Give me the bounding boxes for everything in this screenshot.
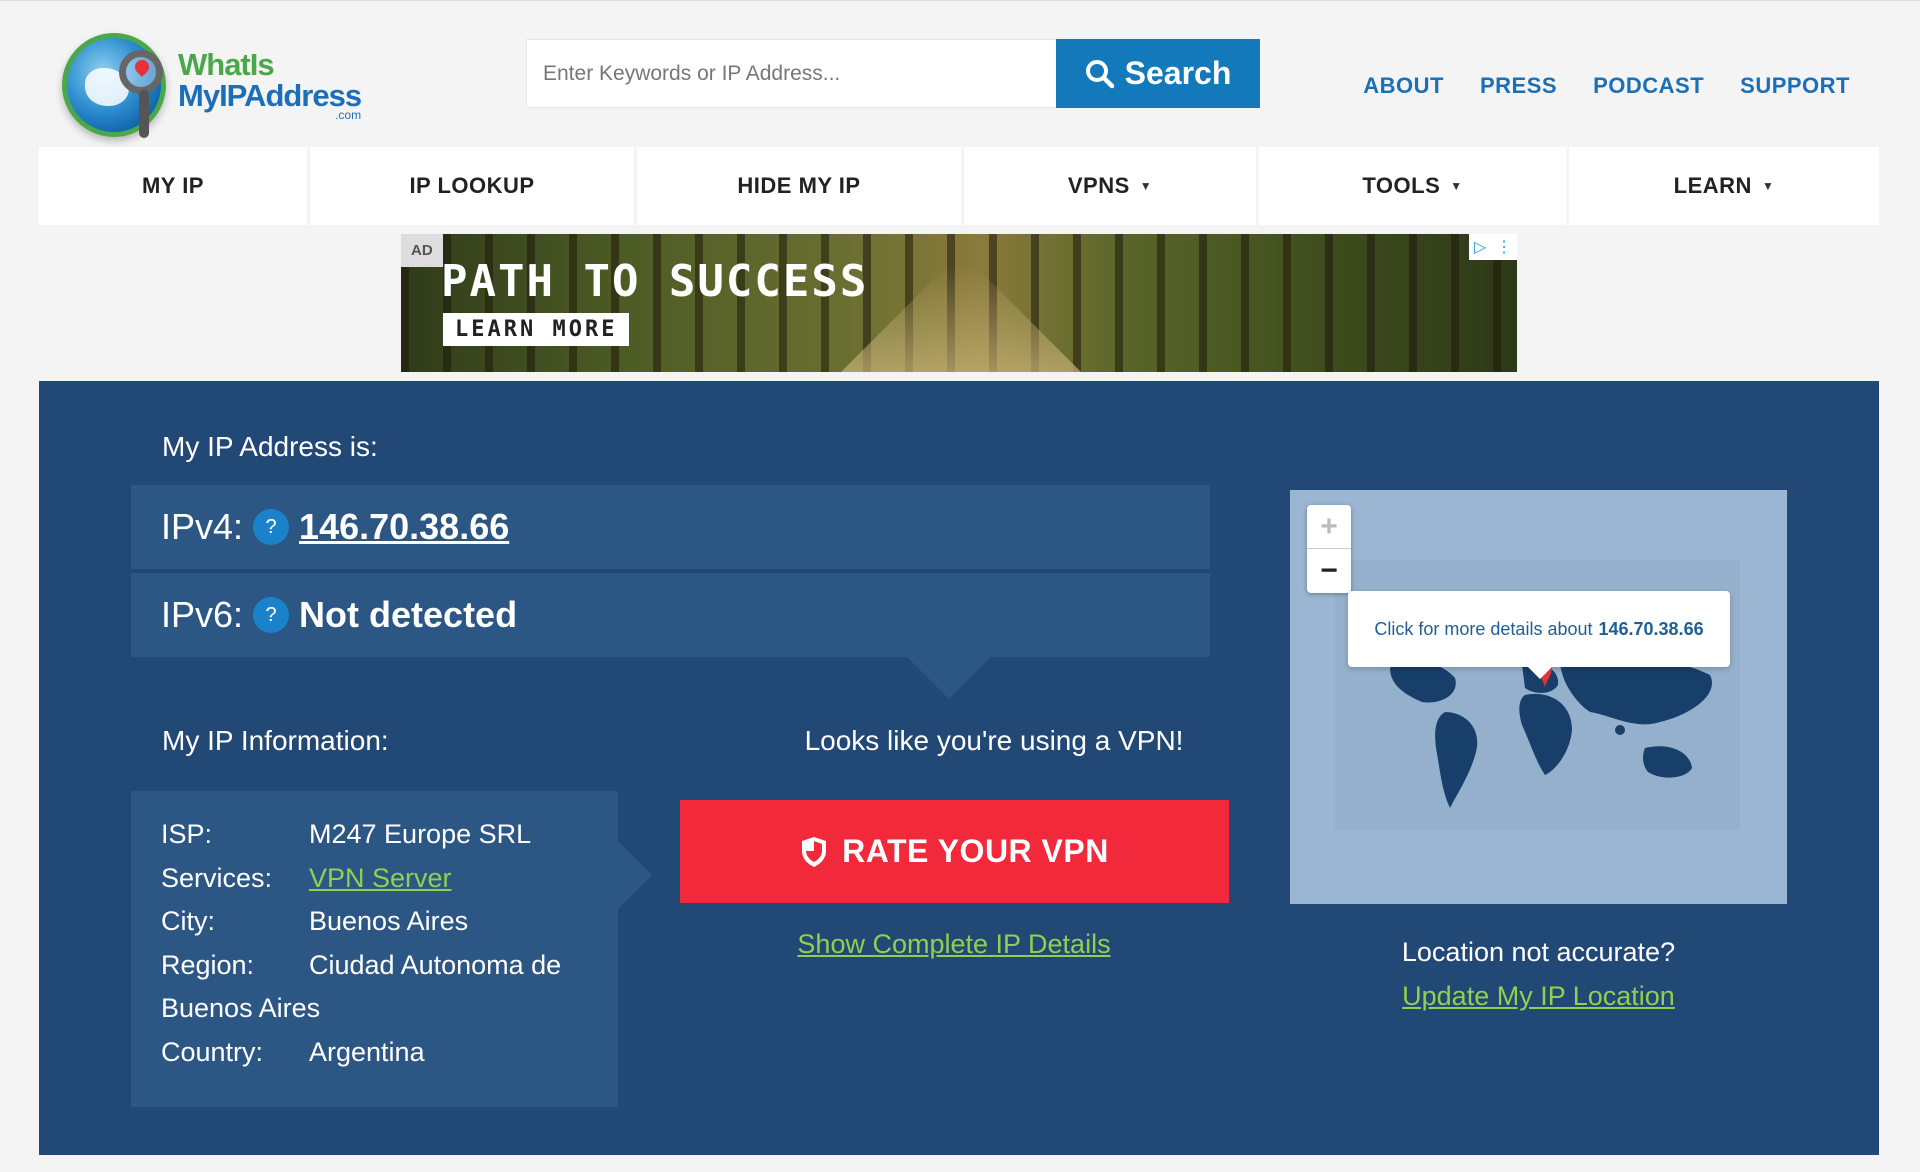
ipv4-row: IPv4: ? 146.70.38.66 [131, 485, 1210, 569]
nav-label: MY IP [141, 173, 204, 198]
nav-item-hide-my-ip[interactable]: HIDE MY IP [637, 147, 961, 225]
help-icon[interactable]: ? [253, 597, 290, 633]
ipv6-label: IPv6: [161, 594, 244, 635]
location-question: Location not accurate? [1401, 937, 1676, 967]
region-key: Region: [161, 949, 255, 980]
nav-item-ip-lookup[interactable]: IP LOOKUP [310, 147, 634, 225]
ip-info-box: ISP: M247 Europe SRL Services: VPN Server … [131, 791, 652, 1107]
nav-item-learn[interactable]: LEARN ▼ [1569, 147, 1879, 225]
logo-line-1: WhatIs [178, 47, 275, 82]
map-popup-text: Click for more details about [1374, 618, 1593, 639]
search-box [526, 39, 1056, 108]
search-button-label: Search [1124, 55, 1232, 91]
shield-icon [802, 836, 827, 867]
ad-controls[interactable]: ▷ ⋮ [1469, 234, 1517, 260]
help-icon[interactable]: ? [253, 509, 290, 545]
ip-info-panel: My IP Address is: IPv4: ? 146.70.38.66 I… [39, 381, 1879, 1155]
globe-magnifier-icon [62, 33, 166, 138]
ad-banner[interactable]: AD PATH TO SUCCESS LEARN MORE ▷ ⋮ [401, 234, 1517, 372]
search-icon [1085, 59, 1114, 88]
ip-info-heading: My IP Information: [162, 725, 389, 756]
press-link[interactable]: PRESS [1480, 73, 1557, 99]
caret-down-icon: ▼ [1761, 179, 1775, 193]
more-options-icon[interactable]: ⋮ [1496, 237, 1512, 257]
ipv4-label: IPv4: [161, 506, 244, 547]
region-line: Region: Ciudad Autonoma de Buenos Aires [161, 944, 588, 1031]
city-value: Buenos Aires [309, 906, 469, 936]
ipv6-value: Not detected [299, 594, 518, 635]
nav-item-tools[interactable]: TOOLS ▼ [1259, 147, 1566, 225]
location-map[interactable]: + − Click for more details about 146.70.… [1290, 490, 1787, 904]
ad-cta-button[interactable]: LEARN MORE [443, 313, 630, 346]
update-location-link[interactable]: Update My IP Location [1290, 981, 1787, 1012]
ipv6-row: IPv6: ? Not detected [131, 573, 1210, 657]
search-input[interactable] [527, 40, 1056, 107]
city-key: City: [161, 906, 215, 936]
rate-vpn-button[interactable]: RATE YOUR VPN [680, 800, 1229, 903]
show-complete-details-link[interactable]: Show Complete IP Details [679, 929, 1229, 960]
main-nav: MY IP IP LOOKUP HIDE MY IP VPNS ▼ TOOLS ▼ … [39, 147, 1879, 225]
caret-down-icon: ▼ [1450, 179, 1463, 193]
nav-label: VPNS [1067, 173, 1130, 198]
logo-line-2: MyIPAddress [178, 78, 362, 113]
nav-label: TOOLS [1362, 173, 1441, 198]
map-popup[interactable]: Click for more details about 146.70.38.6… [1348, 591, 1730, 679]
site-logo[interactable]: WhatIs MyIPAddress .com [62, 29, 392, 141]
map-popup-ip: 146.70.38.66 [1598, 618, 1704, 639]
nav-item-my-ip[interactable]: MY IP [39, 147, 307, 225]
ad-headline: PATH TO SUCCESS [441, 256, 869, 307]
search-button[interactable]: Search [1056, 39, 1260, 108]
rate-vpn-label: RATE YOUR VPN [842, 833, 1109, 869]
services-link[interactable]: VPN Server [309, 863, 452, 893]
my-ip-heading: My IP Address is: [162, 431, 378, 462]
nav-label: LEARN [1673, 173, 1752, 198]
country-value: Argentina [309, 1036, 425, 1067]
zoom-out-button[interactable]: − [1307, 549, 1351, 593]
nav-label: HIDE MY IP [737, 173, 861, 198]
isp-value: M247 Europe SRL [309, 819, 532, 849]
ad-badge: AD [401, 234, 443, 267]
city-line: City: Buenos Aires [161, 900, 588, 944]
nav-label: IP LOOKUP [409, 173, 535, 198]
country-line: Country: Argentina [161, 1031, 588, 1075]
zoom-controls: + − [1307, 505, 1351, 593]
about-link[interactable]: ABOUT [1363, 73, 1444, 99]
services-key: Services: [161, 862, 273, 893]
country-key: Country: [161, 1036, 264, 1067]
isp-line: ISP: M247 Europe SRL [161, 813, 588, 857]
pointer-arrow [618, 841, 652, 909]
pointer-arrow [907, 657, 991, 699]
zoom-in-button[interactable]: + [1307, 505, 1351, 549]
support-link[interactable]: SUPPORT [1740, 73, 1850, 99]
vpn-detected-message: Looks like you're using a VPN! [804, 725, 1184, 756]
caret-down-icon: ▼ [1139, 179, 1153, 193]
isp-key: ISP: [161, 819, 213, 849]
nav-item-vpns[interactable]: VPNS ▼ [964, 147, 1256, 225]
ipv4-value-link[interactable]: 146.70.38.66 [299, 506, 509, 548]
services-line: Services: VPN Server [161, 857, 588, 901]
world-map-image [1335, 560, 1740, 830]
top-links: ABOUT PRESS PODCAST SUPPORT [1363, 73, 1850, 99]
podcast-link[interactable]: PODCAST [1593, 73, 1704, 99]
adchoices-icon[interactable]: ▷ [1474, 237, 1486, 257]
